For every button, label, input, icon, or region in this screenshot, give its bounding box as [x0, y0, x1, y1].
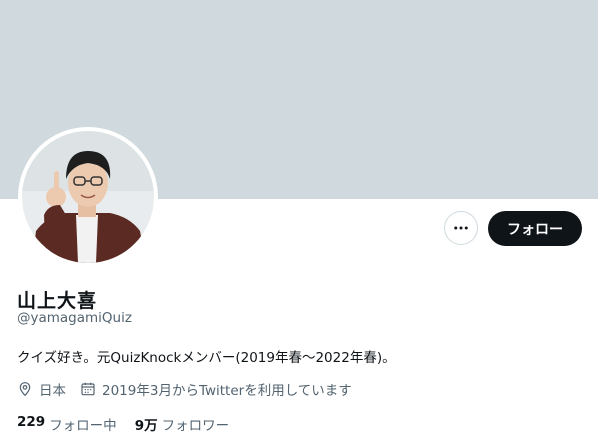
profile-avatar[interactable]	[18, 127, 158, 267]
following-label: フォロー中	[49, 418, 117, 434]
profile-bio: クイズ好き。元QuizKnockメンバー(2019年春〜2022年春)。	[17, 350, 396, 366]
location-pin-icon	[19, 382, 31, 397]
follow-button[interactable]: フォロー	[488, 211, 582, 246]
location-item: 日本	[17, 379, 66, 399]
followers-link[interactable]: 9万 フォロワー	[135, 414, 229, 434]
location-text: 日本	[39, 383, 66, 399]
followers-label: フォロワー	[161, 418, 230, 434]
user-handle: @yamagamiQuiz	[17, 310, 132, 326]
following-count: 229	[17, 414, 46, 430]
joined-text: 2019年3月からTwitterを利用しています	[102, 383, 352, 399]
display-name: 山上大喜	[17, 290, 98, 312]
followers-count: 9万	[134, 418, 158, 434]
more-horizontal-icon	[454, 226, 468, 230]
avatar-photo	[22, 131, 154, 263]
follow-stats: 229 フォロー中 9万 フォロワー	[17, 414, 247, 434]
calendar-icon	[81, 382, 95, 396]
profile-meta: 日本 2019年3月からTwitterを利用しています	[17, 379, 366, 399]
joined-item: 2019年3月からTwitterを利用しています	[80, 379, 352, 399]
more-options-button[interactable]	[444, 211, 478, 245]
following-link[interactable]: 229 フォロー中	[17, 414, 117, 434]
